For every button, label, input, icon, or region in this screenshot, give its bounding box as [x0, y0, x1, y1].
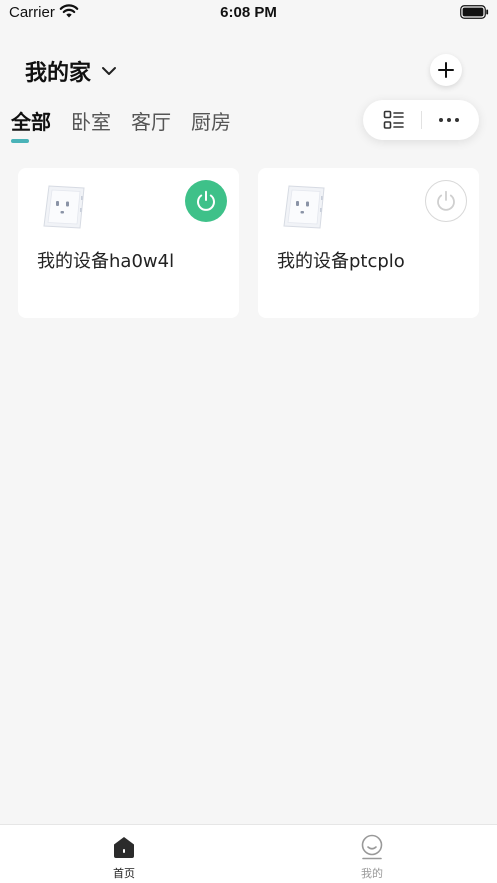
home-selector[interactable]: 我的家	[25, 55, 117, 87]
home-icon	[114, 837, 134, 858]
view-toolbar	[363, 100, 479, 140]
more-dots-icon[interactable]	[437, 112, 461, 128]
power-toggle-button[interactable]	[185, 180, 227, 222]
power-toggle-button[interactable]	[425, 180, 467, 222]
clock: 6:08 PM	[220, 4, 277, 21]
list-view-icon[interactable]	[383, 110, 405, 130]
device-card[interactable]: 我的设备ptcplo	[258, 168, 479, 318]
wall-socket-icon	[283, 185, 325, 229]
power-icon	[197, 190, 215, 211]
tab-kitchen[interactable]: 厨房	[191, 106, 231, 135]
device-name: 我的设备ptcplo	[277, 251, 405, 272]
status-bar: Carrier 6:08 PM	[0, 0, 497, 28]
profile-icon	[361, 834, 383, 860]
wall-socket-icon	[43, 185, 85, 229]
plus-icon	[438, 62, 454, 78]
tab-all[interactable]: 全部	[11, 106, 51, 135]
room-tabs: 全部 卧室 客厅 厨房	[11, 106, 251, 135]
toolbar-divider	[421, 111, 422, 129]
tab-bedroom[interactable]: 卧室	[71, 106, 111, 135]
add-device-button[interactable]	[430, 54, 462, 86]
battery-icon	[460, 5, 489, 19]
active-tab-indicator	[11, 139, 29, 143]
tabbar-profile-label: 我的	[361, 867, 383, 880]
tabbar-home[interactable]: 首页	[84, 834, 164, 881]
tabbar-home-label: 首页	[113, 867, 135, 880]
device-card[interactable]: 我的设备ha0w4l	[18, 168, 239, 318]
device-name: 我的设备ha0w4l	[37, 251, 175, 272]
power-icon	[437, 190, 455, 211]
bottom-tab-bar: 首页 我的	[0, 824, 497, 883]
home-title: 我的家	[25, 61, 92, 86]
chevron-down-icon	[102, 67, 117, 75]
tabbar-profile[interactable]: 我的	[332, 834, 412, 881]
tab-living-room[interactable]: 客厅	[131, 106, 171, 135]
